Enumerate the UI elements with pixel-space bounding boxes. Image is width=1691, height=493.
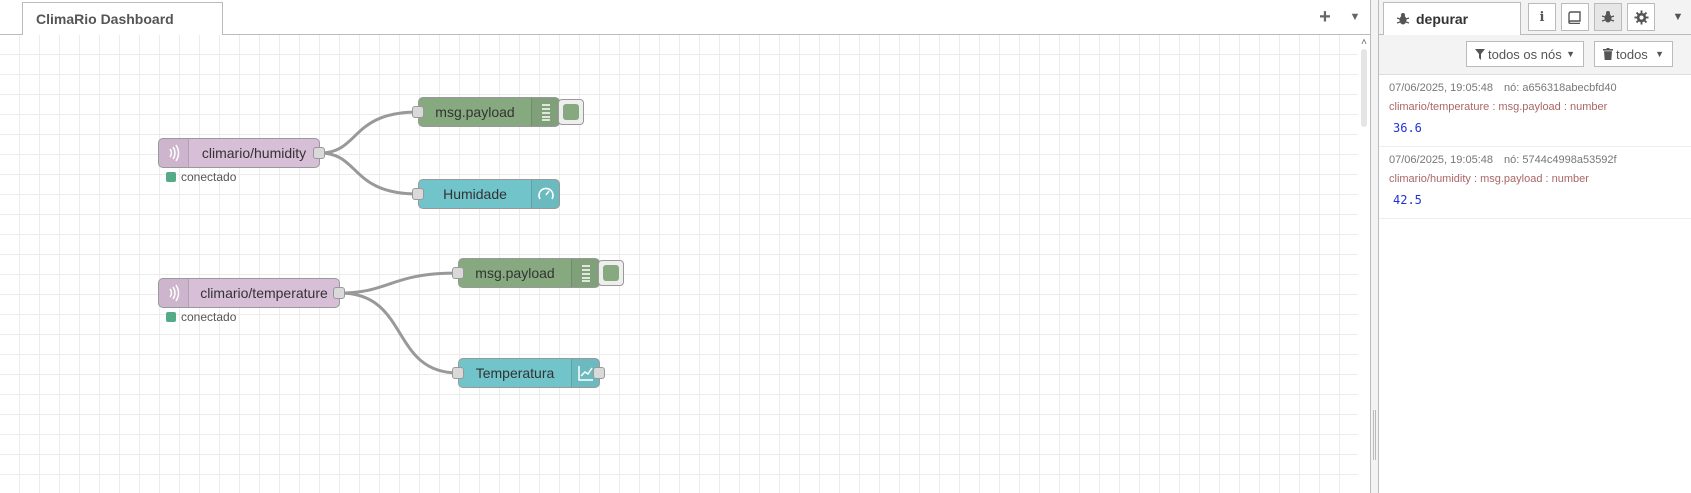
gauge-icon (531, 180, 559, 208)
scrollbar-thumb[interactable] (1361, 49, 1367, 127)
message-node-link[interactable]: nó: a656318abecbfd40 (1504, 82, 1617, 94)
book-icon[interactable] (1561, 3, 1589, 31)
node-label: msg.payload (475, 265, 555, 281)
chart-node-temperature[interactable]: Temperatura (452, 358, 605, 388)
mqtt-in-node-temperature[interactable]: climario/temperature (158, 278, 345, 308)
filter-label: todos os nós (1488, 46, 1562, 62)
sidebar: depurar i ▼ todos os nós ▼ todos ▼ 07/06… (1379, 0, 1691, 493)
input-port[interactable] (452, 267, 464, 279)
message-topic: climario/temperature : msg.payload : num… (1389, 101, 1608, 113)
debug-message-list: 07/06/2025, 19:05:48 nó: a656318abecbfd4… (1379, 75, 1691, 219)
scroll-up-icon[interactable]: ˄ (1358, 37, 1370, 48)
node-label: climario/temperature (200, 285, 328, 301)
debug-message[interactable]: 07/06/2025, 19:05:48 nó: 5744c4998a53592… (1379, 147, 1691, 219)
message-value[interactable]: 36.6 (1389, 121, 1681, 135)
filter-nodes-button[interactable]: todos os nós ▼ (1466, 41, 1584, 67)
trash-icon (1603, 48, 1613, 60)
workspace-tab-bar: ClimaRio Dashboard + ▼ (0, 0, 1370, 36)
plus-icon[interactable]: + (1311, 4, 1339, 30)
debug-toggle-button[interactable] (598, 260, 624, 286)
wire[interactable] (319, 110, 419, 155)
mqtt-icon (159, 279, 189, 307)
list-icon (531, 98, 559, 126)
status-text: conectado (181, 310, 237, 324)
sidebar-tab-bar: depurar i ▼ (1379, 0, 1691, 36)
output-port[interactable] (333, 287, 345, 299)
input-port[interactable] (412, 106, 424, 118)
wire[interactable] (339, 271, 459, 295)
debug-node-humidity[interactable]: msg.payload (412, 97, 560, 127)
node-label: climario/humidity (201, 145, 307, 161)
bug-icon (1396, 13, 1410, 25)
debug-toggle-fill (563, 104, 579, 120)
status-dot-icon (166, 172, 176, 182)
message-node-link[interactable]: nó: 5744c4998a53592f (1504, 154, 1617, 166)
clear-label: todos (1616, 46, 1648, 62)
debug-node-temperature[interactable]: msg.payload (452, 258, 600, 288)
debug-toggle-button[interactable] (558, 99, 584, 125)
bug-icon[interactable] (1594, 3, 1622, 31)
tab-debug[interactable]: depurar (1383, 2, 1521, 36)
caret-down-icon: ▼ (1655, 49, 1664, 59)
wire[interactable] (339, 291, 459, 375)
mqtt-icon (159, 139, 189, 167)
message-meta: 07/06/2025, 19:05:48 nó: 5744c4998a53592… (1389, 152, 1681, 168)
list-icon (571, 259, 599, 287)
gear-icon[interactable] (1627, 3, 1655, 31)
workspace: ClimaRio Dashboard + ▼ climario/humidity… (0, 0, 1370, 493)
node-status: conectado (166, 310, 236, 324)
message-timestamp: 07/06/2025, 19:05:48 (1389, 154, 1493, 166)
debug-toolbar: todos os nós ▼ todos ▼ (1379, 35, 1691, 75)
splitter-grip[interactable] (1373, 410, 1376, 460)
status-text: conectado (181, 170, 237, 184)
caret-down-icon[interactable]: ▼ (1664, 3, 1691, 31)
node-label: msg.payload (435, 104, 515, 120)
status-dot-icon (166, 312, 176, 322)
input-port[interactable] (412, 188, 424, 200)
sidebar-splitter[interactable] (1370, 0, 1379, 493)
wires (319, 110, 459, 375)
debug-message[interactable]: 07/06/2025, 19:05:48 nó: a656318abecbfd4… (1379, 75, 1691, 147)
output-port[interactable] (313, 147, 325, 159)
wire[interactable] (319, 151, 419, 196)
message-topic: climario/humidity : msg.payload : number (1389, 173, 1589, 185)
input-port[interactable] (452, 367, 464, 379)
message-meta: 07/06/2025, 19:05:48 nó: a656318abecbfd4… (1389, 80, 1681, 96)
flow-tab[interactable]: ClimaRio Dashboard (22, 2, 223, 36)
message-value[interactable]: 42.5 (1389, 193, 1681, 207)
mqtt-in-node-humidity[interactable]: climario/humidity (158, 138, 325, 168)
caret-down-icon[interactable]: ▼ (1341, 4, 1369, 30)
filter-icon (1475, 48, 1485, 60)
debug-toggle-fill (603, 265, 619, 281)
clear-messages-button[interactable]: todos ▼ (1594, 41, 1673, 67)
output-port[interactable] (593, 367, 605, 379)
caret-down-icon: ▼ (1566, 49, 1575, 59)
message-timestamp: 07/06/2025, 19:05:48 (1389, 82, 1493, 94)
info-icon[interactable]: i (1528, 3, 1556, 31)
gauge-node-humidity[interactable]: Humidade (412, 179, 560, 209)
tab-debug-label: depurar (1416, 11, 1469, 27)
flow-canvas[interactable]: climario/humidity conectado msg.payload … (0, 35, 1358, 493)
vertical-scrollbar[interactable]: ˄ (1358, 35, 1370, 493)
node-status: conectado (166, 170, 236, 184)
node-label: Temperatura (475, 365, 555, 381)
node-label: Humidade (443, 186, 507, 202)
